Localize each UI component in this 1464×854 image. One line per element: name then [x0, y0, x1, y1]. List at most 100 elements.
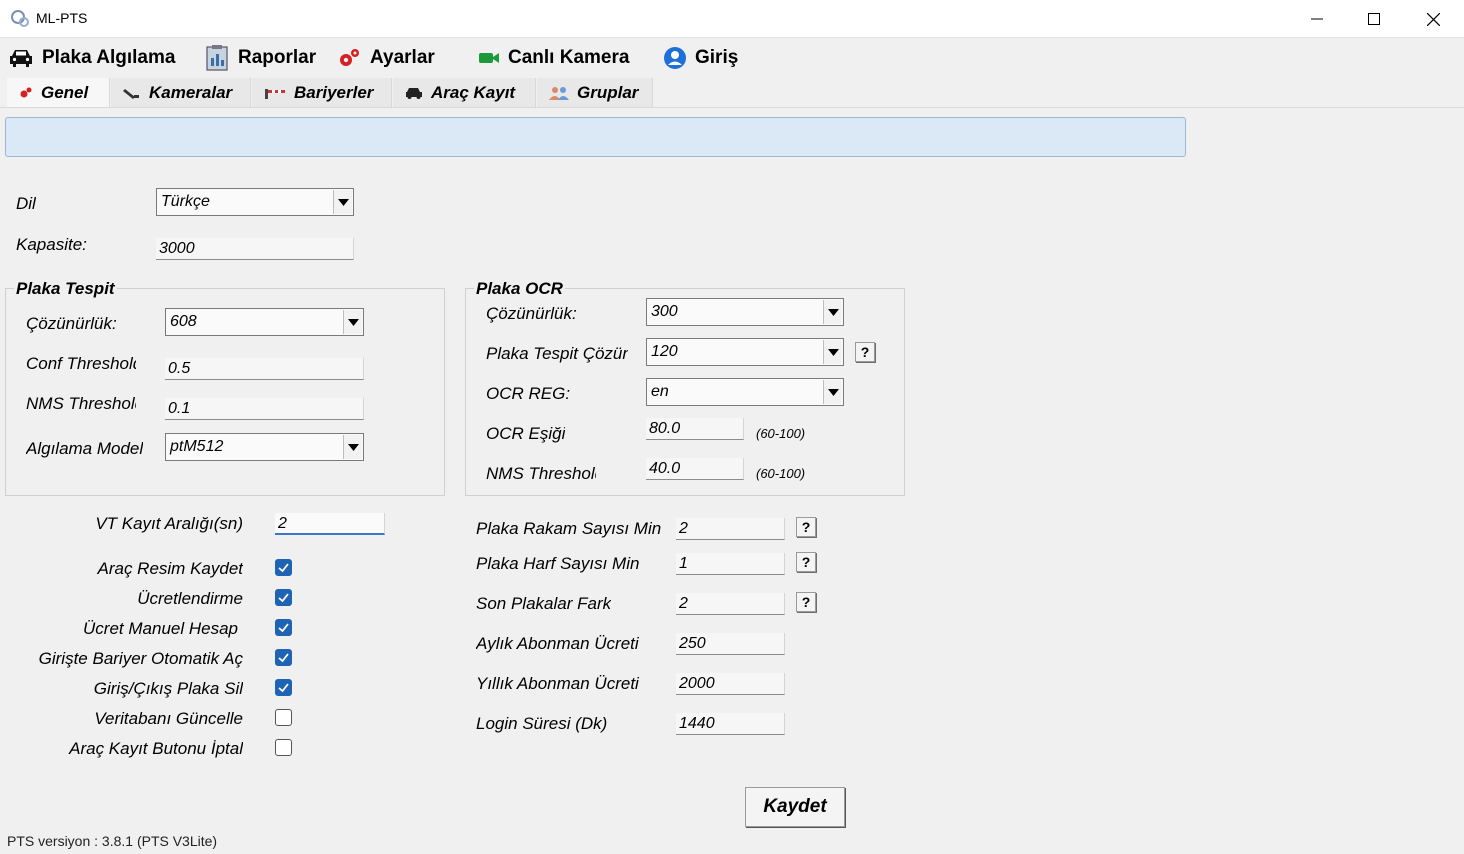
- last-plates-diff-label: Son Plakalar Fark: [476, 594, 612, 613]
- yearly-fee-field[interactable]: 2000: [676, 673, 785, 695]
- group-icon: [549, 86, 569, 100]
- tab-label: Canlı Kamera: [508, 47, 630, 68]
- last-plates-diff-help-button[interactable]: ?: [796, 592, 816, 612]
- ocr-detect-res-help-button[interactable]: ?: [855, 342, 875, 362]
- conf-threshold-field[interactable]: 0.5: [165, 358, 364, 380]
- ocr-reg-label: OCR REG:: [486, 384, 571, 403]
- car-register-icon: [406, 87, 422, 99]
- tab-label: Plaka Algılama: [42, 47, 176, 68]
- ocr-resolution-select[interactable]: 300: [646, 298, 844, 326]
- ocr-nms-range: (60-100): [756, 466, 806, 481]
- chevron-down-icon[interactable]: [823, 380, 842, 404]
- nms-threshold-label: NMS Threshold: [26, 394, 136, 413]
- db-interval-field[interactable]: 2: [275, 513, 385, 535]
- ocr-threshold-field[interactable]: 80.0: [646, 418, 744, 440]
- language-value: Türkçe: [161, 193, 210, 210]
- ocr-nms-label: NMS Threshold: [486, 464, 596, 483]
- delete-plate-checkbox[interactable]: [275, 679, 292, 696]
- language-select[interactable]: Türkçe: [156, 188, 354, 216]
- tab-ayarlar[interactable]: Ayarlar: [330, 40, 460, 76]
- detect-resolution-select[interactable]: 608: [165, 308, 364, 336]
- yearly-fee-label: Yıllık Abonman Ücreti: [476, 674, 639, 693]
- checkbox-label: Giriş/Çıkış Plaka Sil: [93, 679, 243, 698]
- checkmark-icon: [278, 623, 289, 633]
- ocr-resolution-value: 300: [651, 303, 678, 320]
- ocr-detect-res-select[interactable]: 120: [646, 338, 844, 366]
- update-db-checkbox[interactable]: [275, 709, 292, 726]
- report-icon: [206, 45, 228, 71]
- subtab-arac-kayit[interactable]: Araç Kayıt: [393, 78, 536, 107]
- gears-icon: [340, 49, 359, 66]
- checkbox-label: Girişte Bariyer Otomatik Aç: [38, 649, 243, 668]
- subtab-label: Kameralar: [149, 82, 233, 102]
- tab-label: Raporlar: [238, 47, 317, 68]
- plate-detect-title: Plaka Tespit: [14, 279, 117, 299]
- maximize-button[interactable]: [1345, 0, 1403, 38]
- ocr-reg-value: en: [651, 383, 669, 400]
- disable-register-button-checkbox[interactable]: [275, 739, 292, 756]
- login-duration-field[interactable]: 1440: [676, 713, 785, 735]
- ocr-nms-field[interactable]: 40.0: [646, 458, 744, 480]
- subtab-bariyerler[interactable]: Bariyerler: [252, 78, 392, 107]
- model-label: Algılama Model: [26, 439, 144, 458]
- tab-plaka-algilama[interactable]: Plaka Algılama: [0, 40, 190, 76]
- subtab-gruplar[interactable]: Gruplar: [537, 78, 653, 107]
- plate-letter-min-field[interactable]: 1: [676, 553, 785, 575]
- auto-barrier-checkbox[interactable]: [275, 649, 292, 666]
- capacity-field[interactable]: 3000: [156, 238, 354, 260]
- checkbox-label: Ücretlendirme: [137, 589, 243, 608]
- nms-threshold-field[interactable]: 0.1: [165, 398, 364, 420]
- close-icon: [1426, 12, 1440, 26]
- tab-canli-kamera[interactable]: Canlı Kamera: [470, 40, 640, 76]
- app-icon: [11, 10, 29, 27]
- subtab-label: Genel: [41, 82, 89, 102]
- chevron-down-icon[interactable]: [343, 310, 362, 334]
- last-plates-diff-field[interactable]: 2: [676, 593, 785, 615]
- subtab-genel[interactable]: Genel: [7, 78, 110, 107]
- chevron-down-icon[interactable]: [823, 340, 842, 364]
- checkmark-icon: [278, 683, 289, 693]
- db-interval-label: VT Kayıt Aralığı(sn): [95, 514, 243, 533]
- manual-price-checkbox[interactable]: [275, 619, 292, 636]
- save-button[interactable]: Kaydet: [745, 787, 845, 827]
- language-label: Dil: [16, 194, 36, 213]
- save-vehicle-image-checkbox[interactable]: [275, 559, 292, 576]
- model-select[interactable]: ptM512: [165, 433, 364, 461]
- tab-label: Ayarlar: [370, 47, 435, 68]
- minimize-button[interactable]: [1288, 0, 1346, 38]
- maximize-icon: [1368, 13, 1380, 25]
- car-icon: [10, 50, 32, 67]
- chevron-down-icon[interactable]: [333, 190, 352, 214]
- subtab-kameralar[interactable]: Kameralar: [111, 78, 251, 107]
- version-label: PTS versiyon : 3.8.1 (PTS V3Lite): [7, 833, 218, 849]
- plate-letter-min-help-button[interactable]: ?: [796, 552, 816, 572]
- checkbox-label: Araç Resim Kaydet: [97, 559, 244, 578]
- detect-resolution-label: Çözünürlük:: [26, 314, 117, 333]
- camera-icon: [123, 88, 139, 99]
- model-value: ptM512: [170, 438, 224, 455]
- info-bar: [5, 117, 1186, 157]
- monthly-fee-field[interactable]: 250: [676, 633, 785, 655]
- tab-raporlar[interactable]: Raporlar: [196, 40, 326, 76]
- chevron-down-icon[interactable]: [343, 435, 362, 459]
- tab-label: Giriş: [695, 47, 739, 68]
- window-title: ML-PTS: [36, 10, 88, 26]
- plate-digit-min-help-button[interactable]: ?: [796, 517, 816, 537]
- pricing-checkbox[interactable]: [275, 589, 292, 606]
- conf-threshold-label: Conf Threshold: [26, 354, 136, 373]
- tab-giris[interactable]: Giriş: [655, 40, 745, 76]
- login-duration-label: Login Süresi (Dk): [476, 714, 608, 733]
- checkmark-icon: [278, 593, 289, 603]
- ocr-threshold-label: OCR Eşiği: [486, 424, 566, 443]
- plate-digit-min-label: Plaka Rakam Sayısı Min: [476, 519, 662, 538]
- user-icon: [664, 47, 686, 69]
- close-button[interactable]: [1404, 0, 1462, 38]
- minimize-icon: [1311, 18, 1323, 20]
- title-bar: ML-PTS: [0, 0, 1464, 38]
- checkbox-label: Ücret Manuel Hesap: [83, 619, 238, 638]
- chevron-down-icon[interactable]: [823, 300, 842, 324]
- video-camera-icon: [479, 53, 499, 63]
- plate-digit-min-field[interactable]: 2: [676, 518, 785, 540]
- monthly-fee-label: Aylık Abonman Ücreti: [476, 634, 639, 653]
- ocr-reg-select[interactable]: en: [646, 378, 844, 406]
